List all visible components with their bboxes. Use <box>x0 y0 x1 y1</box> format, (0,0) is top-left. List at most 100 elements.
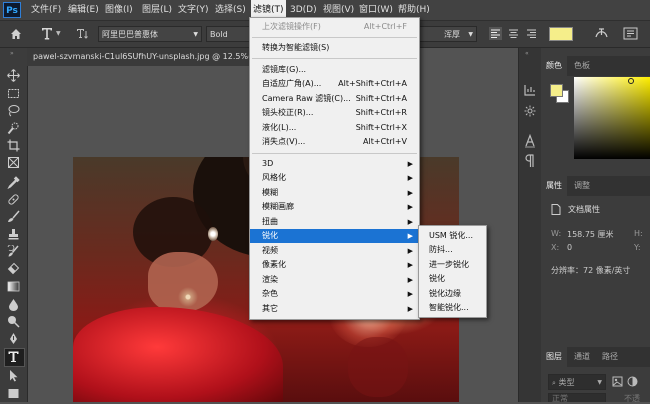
menu-item-liquify[interactable]: 液化(L)... Shift+Ctrl+X <box>250 121 419 135</box>
width-label: W: <box>551 229 562 238</box>
foreground-color-swatch[interactable] <box>550 84 563 97</box>
align-right-icon[interactable] <box>525 27 538 40</box>
opacity-label: 不透 <box>624 394 640 403</box>
menu-item-adaptive-wide-angle[interactable]: 自适应广角(A)... Alt+Shift+Ctrl+A <box>250 77 419 91</box>
menu-item-shortcut: Shift+Ctrl+A <box>355 94 407 103</box>
font-family-select[interactable]: 阿里巴巴普惠体 ▼ <box>98 26 202 42</box>
submenu-arrow-icon: ▶ <box>407 290 413 298</box>
blur-tool-icon[interactable] <box>7 298 20 311</box>
chevron-down-icon: ▼ <box>597 379 602 386</box>
menu-item-other[interactable]: 其它 ▶ <box>250 302 419 316</box>
menu-item-vanishing-point[interactable]: 消失点(V)... Alt+Ctrl+V <box>250 135 419 149</box>
submenu-item-sharpen-edges[interactable]: 锐化边缘 <box>419 287 486 301</box>
submenu-item-unsharp-mask[interactable]: USM 锐化... <box>419 229 486 243</box>
rectangle-tool-icon[interactable] <box>7 387 20 400</box>
menu-item-lens-correction[interactable]: 镜头校正(R)... Shift+Ctrl+R <box>250 106 419 120</box>
color-picker-cursor[interactable] <box>628 78 634 84</box>
tab-swatches[interactable]: 色板 <box>569 56 595 76</box>
warp-text-icon[interactable] <box>594 26 609 41</box>
menu-item-label: 滤镜库(G)... <box>262 65 307 74</box>
paragraph-icon[interactable] <box>524 154 536 168</box>
color-picker-field[interactable] <box>574 77 650 159</box>
tab-layers[interactable]: 图层 <box>541 347 567 367</box>
menu-item-noise[interactable]: 杂色 ▶ <box>250 287 419 301</box>
move-tool-icon[interactable] <box>7 69 20 82</box>
pen-tool-icon[interactable] <box>7 332 20 345</box>
menu-item-label: Camera Raw 滤镜(C)... <box>262 94 351 103</box>
menu-image[interactable]: 图像(I) <box>105 0 133 20</box>
toggle-text-orientation-icon[interactable] <box>76 27 90 40</box>
align-left-icon[interactable] <box>489 27 502 40</box>
properties-panel-tabs: 属性 调整 <box>541 176 650 196</box>
menu-type[interactable]: 文字(Y) <box>178 0 209 20</box>
font-style-select[interactable]: Bold <box>206 26 250 42</box>
history-icon[interactable] <box>524 84 536 96</box>
menu-item-blur[interactable]: 模糊 ▶ <box>250 186 419 200</box>
menu-separator <box>252 37 417 38</box>
history-brush-tool-icon[interactable] <box>7 245 20 258</box>
menu-item-render[interactable]: 渲染 ▶ <box>250 273 419 287</box>
menu-edit[interactable]: 编辑(E) <box>68 0 99 20</box>
menu-item-last-filter: 上次滤镜操作(F) Alt+Ctrl+F <box>250 20 419 34</box>
gear-icon[interactable] <box>524 105 536 117</box>
chevron-down-icon[interactable]: ▼ <box>56 30 61 37</box>
eraser-tool-icon[interactable] <box>7 262 20 275</box>
gradient-tool-icon[interactable] <box>7 280 20 293</box>
x-value[interactable]: 0 <box>567 243 572 252</box>
document-tab[interactable]: pawel-szvmanski-C1ul6SUfhUY-unsplash.jpg… <box>27 48 249 66</box>
dodge-tool-icon[interactable] <box>7 315 20 328</box>
tab-paths[interactable]: 路径 <box>597 347 623 367</box>
type-tool-icon[interactable] <box>7 350 20 363</box>
lasso-tool-icon[interactable] <box>7 104 20 117</box>
blend-mode-select[interactable]: 正常 <box>548 393 606 403</box>
quick-selection-tool-icon[interactable] <box>7 122 20 135</box>
path-selection-tool-icon[interactable] <box>7 369 20 382</box>
menu-item-video[interactable]: 视频 ▶ <box>250 244 419 258</box>
frame-tool-icon[interactable] <box>7 156 20 169</box>
menu-file[interactable]: 文件(F) <box>31 0 61 20</box>
menu-item-filter-gallery[interactable]: 滤镜库(G)... <box>250 63 419 77</box>
submenu-item-shake-reduction[interactable]: 防抖... <box>419 243 486 257</box>
adjustment-layer-filter-icon[interactable] <box>627 376 638 387</box>
home-icon[interactable] <box>10 28 22 40</box>
healing-brush-tool-icon[interactable] <box>7 193 20 206</box>
tab-channels[interactable]: 通道 <box>569 347 595 367</box>
menu-item-convert-smart-filter[interactable]: 转换为智能滤镜(S) <box>250 41 419 55</box>
menu-item-label: 镜头校正(R)... <box>262 108 314 117</box>
anti-alias-select[interactable]: 浑厚 ▼ <box>419 26 477 42</box>
tab-properties[interactable]: 属性 <box>541 176 567 196</box>
menu-layer[interactable]: 图层(L) <box>142 0 172 20</box>
collapse-icon[interactable]: » <box>10 50 14 57</box>
pixel-layer-filter-icon[interactable] <box>612 376 623 387</box>
align-center-icon[interactable] <box>507 27 520 40</box>
menu-select[interactable]: 选择(S) <box>215 0 246 20</box>
eyedropper-tool-icon[interactable] <box>7 176 20 189</box>
submenu-item-smart-sharpen[interactable]: 智能锐化... <box>419 301 486 315</box>
marquee-tool-icon[interactable] <box>7 87 20 100</box>
text-color-swatch[interactable] <box>549 27 573 41</box>
submenu-item-sharpen-more[interactable]: 进一步锐化 <box>419 258 486 272</box>
width-value[interactable]: 158.75 厘米 <box>567 229 614 240</box>
tab-color[interactable]: 颜色 <box>541 56 567 76</box>
character-icon[interactable] <box>524 134 536 148</box>
chevron-down-icon: ▼ <box>468 31 473 38</box>
expand-panels-icon[interactable]: « <box>525 50 529 57</box>
brush-tool-icon[interactable] <box>7 210 20 223</box>
menu-item-3d[interactable]: 3D ▶ <box>250 157 419 171</box>
menu-item-pixelate[interactable]: 像素化 ▶ <box>250 258 419 272</box>
crop-tool-icon[interactable] <box>7 139 20 152</box>
menu-item-distort[interactable]: 扭曲 ▶ <box>250 215 419 229</box>
tab-adjustments[interactable]: 调整 <box>569 176 595 196</box>
submenu-item-sharpen[interactable]: 锐化 <box>419 272 486 286</box>
menu-item-sharpen[interactable]: 锐化 ▶ <box>250 229 419 243</box>
menu-item-label: 3D <box>262 159 274 168</box>
menu-item-blur-gallery[interactable]: 模糊画廊 ▶ <box>250 200 419 214</box>
type-tool-preset-icon[interactable] <box>40 26 54 41</box>
layer-filter-select[interactable]: ⌕ 类型 ▼ <box>548 374 606 390</box>
menu-item-camera-raw[interactable]: Camera Raw 滤镜(C)... Shift+Ctrl+A <box>250 92 419 106</box>
menu-item-label: 风格化 <box>262 173 286 182</box>
clone-stamp-tool-icon[interactable] <box>7 228 20 241</box>
character-panel-icon[interactable] <box>623 26 638 41</box>
menu-item-label: 锐化边缘 <box>429 289 461 298</box>
menu-item-stylize[interactable]: 风格化 ▶ <box>250 171 419 185</box>
